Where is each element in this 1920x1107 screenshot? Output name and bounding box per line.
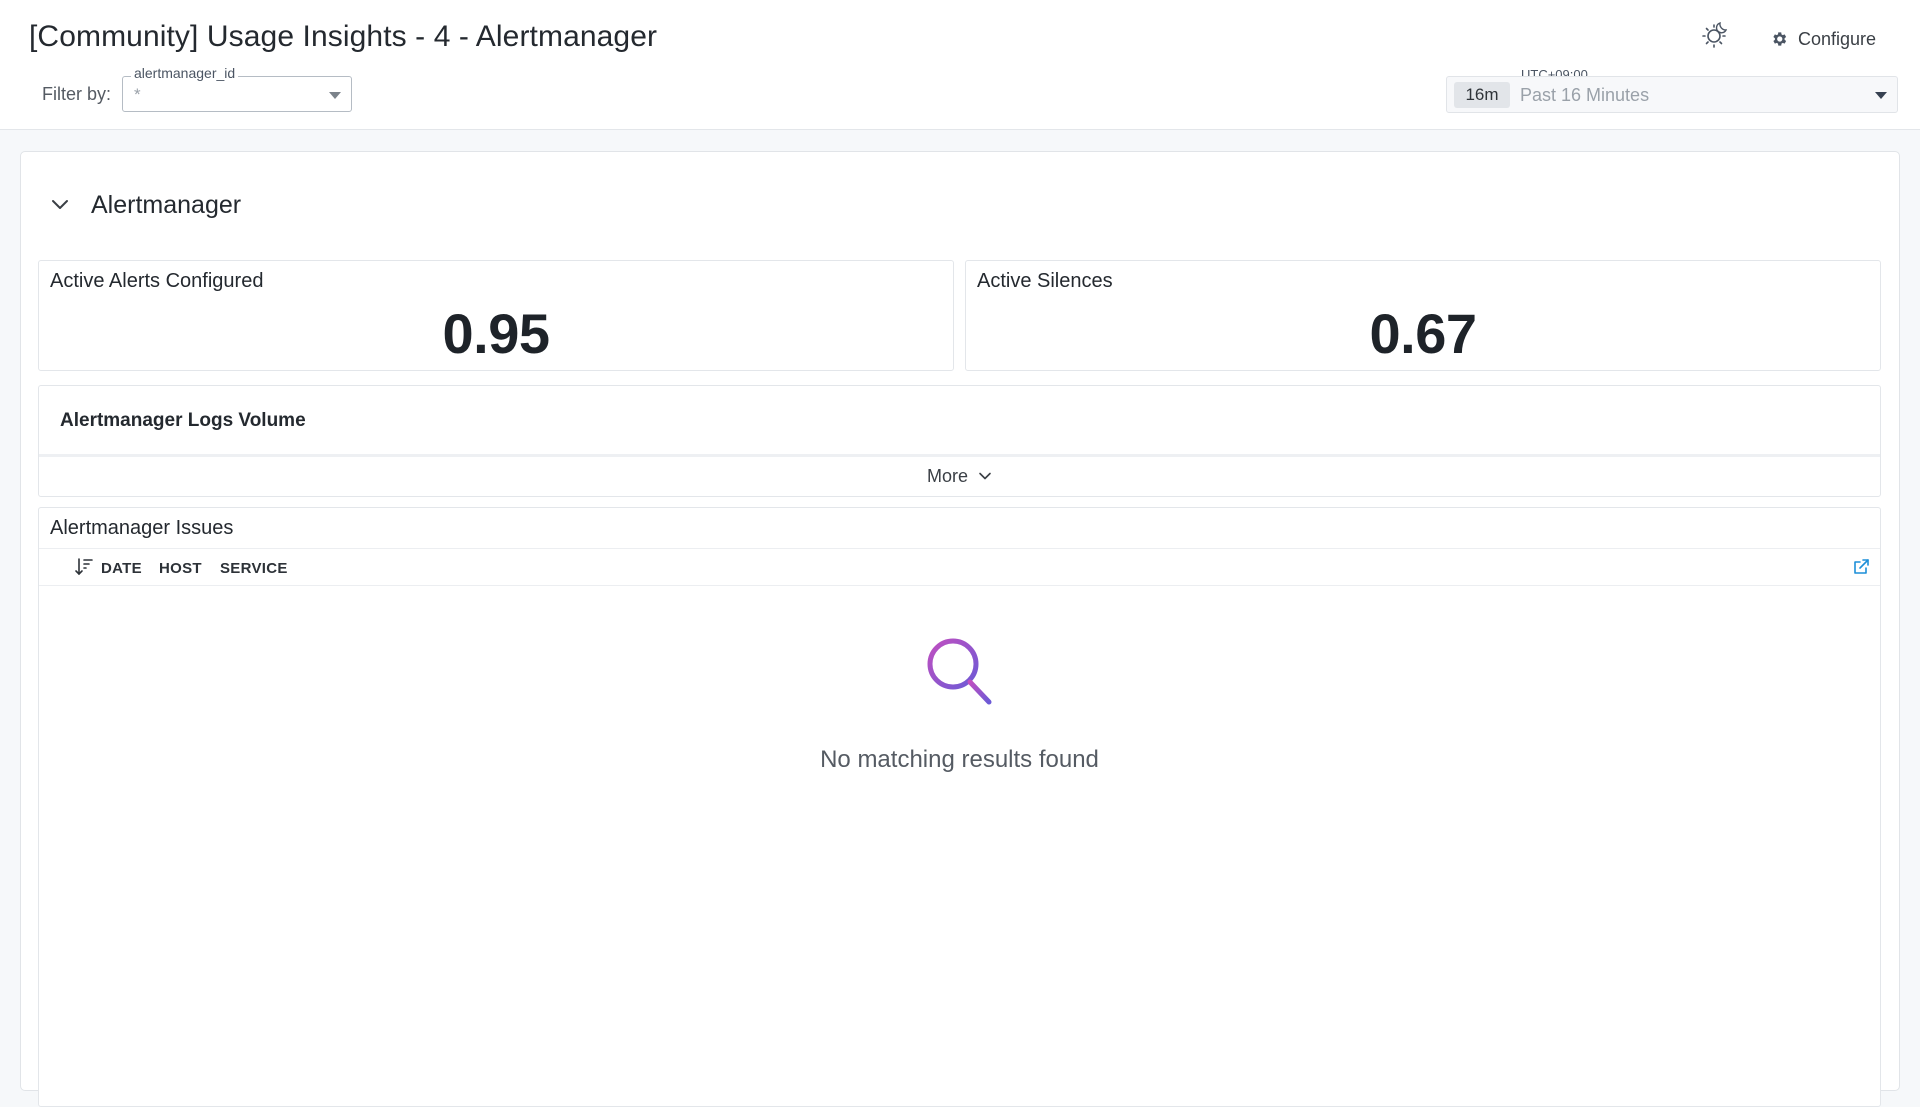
empty-state-message: No matching results found xyxy=(820,746,1099,773)
query-value-widget-active-silences[interactable]: Active Silences 0.67 xyxy=(965,260,1881,371)
variable-value: * xyxy=(134,85,141,104)
more-button[interactable]: More xyxy=(39,457,1880,495)
widget-title: Active Alerts Configured xyxy=(50,270,264,292)
dashboard-header: [Community] Usage Insights - 4 - Alertma… xyxy=(0,0,1920,130)
group-title: Alertmanager xyxy=(91,190,242,219)
time-range-picker[interactable]: 16m Past 16 Minutes xyxy=(1446,76,1898,113)
time-range-chip: 16m xyxy=(1454,82,1510,108)
more-label: More xyxy=(926,465,968,486)
issues-widget: Alertmanager Issues DATE HOST SERVICE No… xyxy=(38,507,1881,1107)
widget-title: Active Silences xyxy=(977,270,1113,292)
configure-label: Configure xyxy=(1798,28,1877,49)
column-header-date[interactable]: DATE xyxy=(101,560,142,577)
caret-down-icon xyxy=(1875,92,1887,99)
template-variable-dropdown[interactable]: alertmanager_id * xyxy=(122,65,352,112)
chevron-down-icon xyxy=(979,472,991,480)
column-header-host[interactable]: HOST xyxy=(159,560,202,577)
caret-down-icon xyxy=(329,92,341,99)
gear-icon xyxy=(1773,32,1787,46)
group-toggle[interactable]: Alertmanager xyxy=(49,188,241,222)
chevron-down-icon xyxy=(52,200,68,209)
widget-title: Alertmanager Logs Volume xyxy=(60,410,306,431)
theme-toggle-button[interactable] xyxy=(1700,20,1730,50)
variable-name: alertmanager_id xyxy=(131,65,239,81)
widget-group: Alertmanager Active Alerts Configured 0.… xyxy=(20,151,1900,1107)
sort-descending-icon[interactable] xyxy=(74,556,94,578)
query-value-widget-active-alerts[interactable]: Active Alerts Configured 0.95 xyxy=(38,260,954,371)
query-value: 0.67 xyxy=(1369,302,1478,365)
external-link-icon[interactable] xyxy=(1852,558,1870,576)
widget-title: Alertmanager Issues xyxy=(50,517,234,539)
configure-button[interactable]: Configure xyxy=(1770,24,1876,54)
sun-moon-icon xyxy=(1702,21,1728,48)
table-header: DATE HOST SERVICE xyxy=(39,548,1880,586)
query-value: 0.95 xyxy=(442,302,551,365)
time-range-text: Past 16 Minutes xyxy=(1520,85,1650,105)
filter-label: Filter by: xyxy=(42,84,112,104)
search-icon xyxy=(927,638,992,705)
column-header-service[interactable]: SERVICE xyxy=(220,560,288,577)
page-title: [Community] Usage Insights - 4 - Alertma… xyxy=(29,20,658,53)
logs-volume-widget: Alertmanager Logs Volume More xyxy=(38,385,1881,497)
